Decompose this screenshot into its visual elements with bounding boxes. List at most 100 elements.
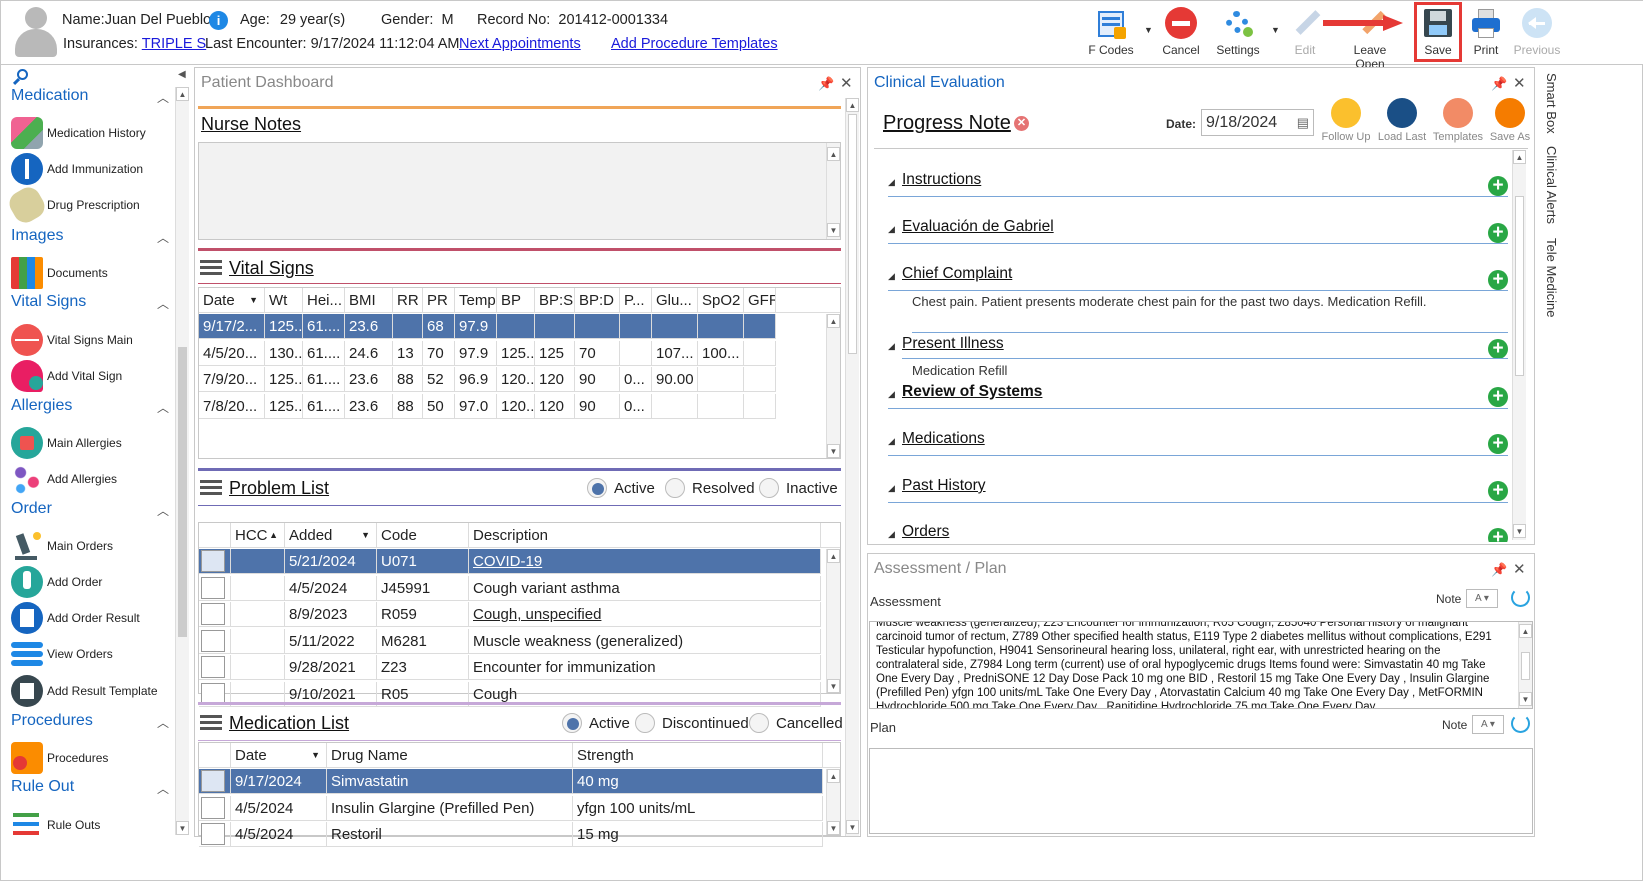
remove-note-icon[interactable]: ✕ xyxy=(1014,116,1029,131)
column-header[interactable]: HCC ▲ xyxy=(231,523,285,548)
collapse-sidebar-icon[interactable]: ◀ xyxy=(178,69,186,80)
sidebar-item-drug-prescription[interactable]: Drug Prescription xyxy=(5,183,140,227)
add-present-illness-icon[interactable]: + xyxy=(1488,339,1508,359)
add-evaluacion-icon[interactable]: + xyxy=(1488,223,1508,243)
nurse-notes-textarea[interactable]: ▲ ▼ xyxy=(198,142,841,240)
radio-problem-inactive[interactable]: Inactive xyxy=(759,478,838,498)
note-format-dropdown[interactable]: A ▾ xyxy=(1472,715,1504,734)
add-chief-complaint-icon[interactable]: + xyxy=(1488,270,1508,290)
sidebar-item-main-allergies[interactable]: Main Allergies xyxy=(11,427,122,459)
column-header[interactable] xyxy=(199,743,231,768)
pin-icon[interactable]: 📌 xyxy=(818,76,834,92)
clinical-scrollbar[interactable]: ▲ ▼ xyxy=(1512,150,1526,540)
follow-up-button[interactable]: Follow Up xyxy=(1318,98,1374,143)
radio-problem-resolved[interactable]: Resolved xyxy=(665,478,755,498)
add-review-of-systems-icon[interactable]: + xyxy=(1488,387,1508,407)
sidebar-item-documents[interactable]: Documents xyxy=(11,257,108,289)
sidebar-item-vital-signs-main[interactable]: Vital Signs Main xyxy=(11,324,133,356)
dashboard-scrollbar[interactable]: ▲ ▼ xyxy=(845,98,859,836)
row-checkbox[interactable] xyxy=(201,550,225,572)
section-past-history[interactable]: ◢ Past History xyxy=(888,475,1508,503)
sidebar-section-order[interactable]: Order ︿ xyxy=(11,500,169,518)
sidebar-item-medication-history[interactable]: Medication History xyxy=(11,117,146,149)
cancel-button[interactable]: Cancel xyxy=(1149,5,1213,61)
column-header[interactable]: RR xyxy=(393,288,423,313)
grid-scrollbar[interactable]: ▲ ▼ xyxy=(826,314,840,458)
date-field[interactable]: 9/18/2024 ▤ xyxy=(1201,109,1314,136)
table-row[interactable]: 4/5/2024 Insulin Glargine (Prefilled Pen)… xyxy=(199,795,823,821)
pin-icon[interactable]: 📌 xyxy=(1491,562,1507,578)
section-review-of-systems[interactable]: ◢ Review of Systems xyxy=(888,381,1508,409)
table-row[interactable]: 9/17/2024 Simvastatin 40 mg xyxy=(199,769,823,794)
section-evaluacion-de-gabriel[interactable]: ◢ Evaluación de Gabriel xyxy=(888,216,1508,244)
templates-button[interactable]: Templates xyxy=(1430,98,1486,143)
row-checkbox[interactable] xyxy=(201,629,225,652)
sidebar-scrollbar[interactable]: ▲ ▼ xyxy=(175,87,189,835)
insurance-link[interactable]: TRIPLE S xyxy=(142,36,206,52)
sidebar-section-allergies[interactable]: Allergies ︿ xyxy=(11,397,169,415)
info-icon[interactable]: i xyxy=(209,11,228,30)
sidebar-item-rule-outs[interactable]: Rule Outs xyxy=(11,809,100,841)
column-header[interactable]: Date ▼ xyxy=(199,288,265,313)
table-row[interactable]: 4/5/2024 J45991 Cough variant asthma xyxy=(199,575,821,601)
assessment-textarea[interactable]: Muscle weakness (generalized), Z23 Encou… xyxy=(869,621,1533,709)
sidebar-section-procedures[interactable]: Procedures ︿ xyxy=(11,712,169,730)
table-row[interactable]: 5/21/2024 U071 COVID-19 xyxy=(199,549,821,574)
add-medications-icon[interactable]: + xyxy=(1488,434,1508,454)
column-header[interactable]: Drug Name xyxy=(327,743,573,768)
leave-open-button[interactable]: Leave Open xyxy=(1338,5,1402,71)
table-row[interactable]: 7/9/20... 125... 61.... 23.6 88 52 96.9 120... 1… xyxy=(199,367,776,392)
menu-icon[interactable] xyxy=(200,260,222,276)
table-row[interactable]: 5/11/2022 M6281 Muscle weakness (generaliz… xyxy=(199,628,821,654)
tab-tele-medicine[interactable]: Tele Medicine xyxy=(1544,238,1559,318)
refresh-icon[interactable] xyxy=(1511,588,1530,607)
grid-scrollbar[interactable]: ▲ ▼ xyxy=(826,769,840,835)
next-appointments-link[interactable]: Next Appointments xyxy=(459,36,581,52)
vital-signs-grid[interactable]: Date ▼ Wt Hei... BMI RR PR Temp BP BP:S BP:D P... Gl… xyxy=(198,287,841,459)
table-row[interactable]: 9/28/2021 Z23 Encounter for immunization xyxy=(199,655,821,680)
table-row[interactable]: 8/9/2023 R059 Cough, unspecified xyxy=(199,602,821,627)
column-header[interactable]: SpO2 xyxy=(698,288,744,313)
section-chief-complaint[interactable]: ◢ Chief Complaint xyxy=(888,263,1508,291)
refresh-icon[interactable] xyxy=(1511,714,1530,733)
plan-textarea[interactable] xyxy=(869,748,1533,834)
sidebar-item-add-immunization[interactable]: Add Immunization xyxy=(11,153,143,185)
section-present-illness[interactable]: ◢ Present Illness xyxy=(888,333,1508,361)
column-header[interactable]: Added ▼ xyxy=(285,523,377,548)
add-procedure-templates-link[interactable]: Add Procedure Templates xyxy=(611,36,778,52)
radio-med-discontinued[interactable]: Discontinued xyxy=(635,713,749,733)
sidebar-item-add-order[interactable]: Add Order xyxy=(11,566,102,598)
grid-scrollbar[interactable]: ▲ ▼ xyxy=(826,549,840,693)
sidebar-item-add-allergies[interactable]: Add Allergies xyxy=(11,463,117,495)
radio-med-cancelled[interactable]: Cancelled xyxy=(749,713,843,733)
table-row[interactable]: 4/5/2024 Restoril 15 mg xyxy=(199,822,823,847)
row-checkbox[interactable] xyxy=(201,656,225,678)
medication-list-grid[interactable]: Date ▼ Drug Name Strength 9/17/2024 Simvastat… xyxy=(198,742,841,847)
sidebar-item-procedures[interactable]: Procedures xyxy=(11,742,108,774)
column-header[interactable] xyxy=(199,523,231,548)
column-header[interactable]: BP xyxy=(497,288,535,313)
radio-problem-active[interactable]: Active xyxy=(587,478,655,498)
column-header[interactable]: PR xyxy=(423,288,455,313)
problem-list-grid[interactable]: HCC ▲ Added ▼ Code Description 5/21/2024 U071 CO… xyxy=(198,522,841,707)
close-icon[interactable]: ✕ xyxy=(1513,560,1526,578)
sidebar-item-add-result-template[interactable]: Add Result Template xyxy=(11,675,158,707)
sidebar-item-view-orders[interactable]: View Orders xyxy=(11,638,113,670)
edit-button[interactable]: Edit xyxy=(1273,5,1337,61)
column-header[interactable]: Description xyxy=(469,523,821,548)
row-checkbox[interactable] xyxy=(201,823,225,845)
fcodes-button[interactable]: F Codes xyxy=(1079,5,1143,61)
section-instructions[interactable]: ◢ Instructions xyxy=(888,169,1508,197)
column-header[interactable]: Hei... xyxy=(303,288,345,313)
column-header[interactable]: BMI xyxy=(345,288,393,313)
sidebar-item-add-order-result[interactable]: Add Order Result xyxy=(11,602,140,634)
sidebar-item-add-vital-sign[interactable]: Add Vital Sign xyxy=(11,360,122,392)
column-header[interactable]: Date ▼ xyxy=(231,743,327,768)
column-header[interactable]: BP:D xyxy=(575,288,620,313)
column-header[interactable]: P... xyxy=(620,288,652,313)
table-row[interactable]: 7/8/20... 125... 61.... 23.6 88 50 97.0 120... 1… xyxy=(199,393,776,419)
row-checkbox[interactable] xyxy=(201,796,225,819)
row-checkbox[interactable] xyxy=(201,576,225,599)
sidebar-section-images[interactable]: Images ︿ xyxy=(11,227,169,245)
close-icon[interactable]: ✕ xyxy=(1513,74,1526,92)
